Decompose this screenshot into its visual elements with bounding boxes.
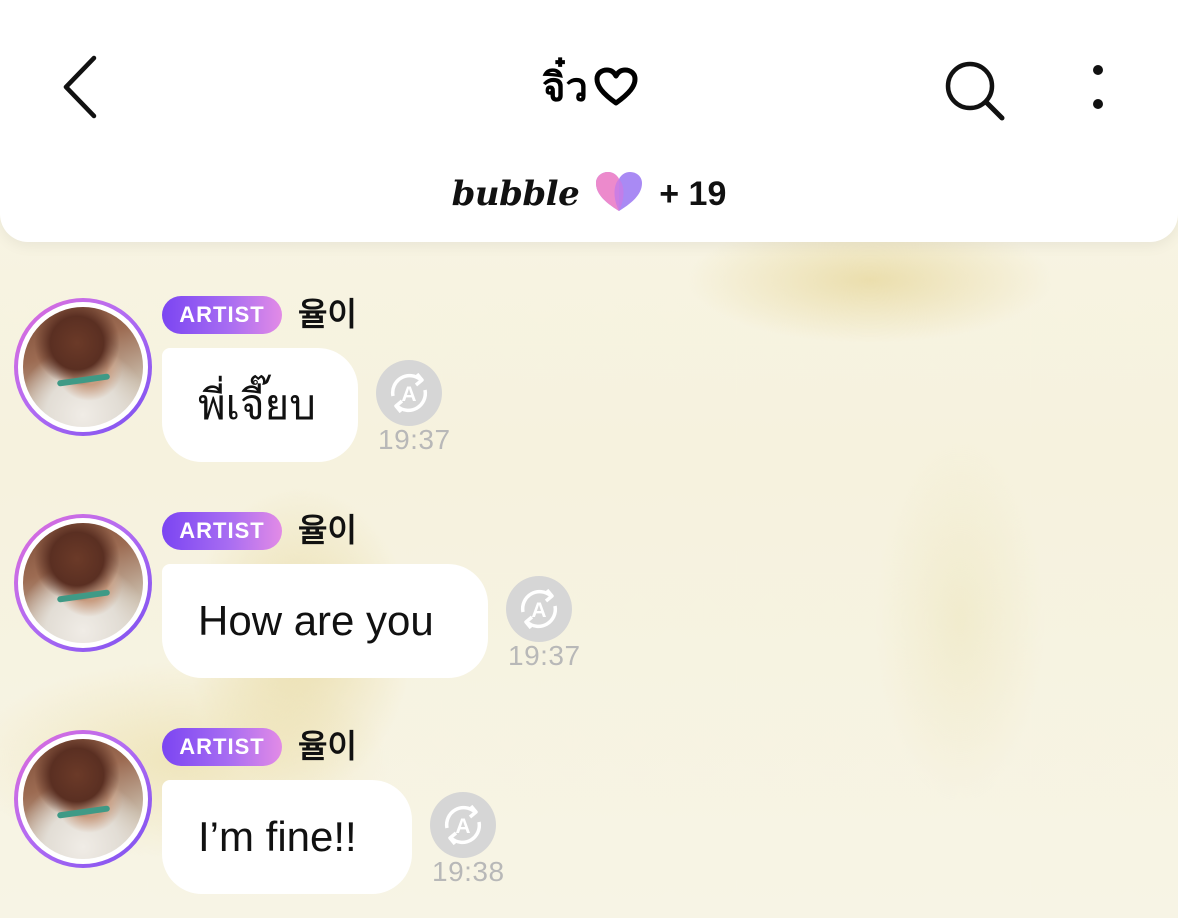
message-time: 19:37 [378,424,451,455]
chat-title: จิ๋ว [390,52,790,122]
back-button[interactable] [56,54,106,120]
search-button[interactable] [940,58,1008,124]
message-item: ARTIST 율이 How are you A 19:37 [0,511,1178,712]
bubble-heart-icon [593,169,645,219]
auto-translate-icon: A [444,804,482,846]
svg-text:A: A [401,383,416,406]
bubble-subscription-bar: bubble + 19 [0,166,1178,222]
auto-translate-icon: A [390,372,428,414]
message-item: ARTIST 율이 I’m fine!! A 19:38 [0,727,1178,918]
artist-badge: ARTIST [162,296,282,334]
heart-outline-icon [594,67,638,107]
bubble-logo: bubble [451,174,580,214]
message-time: 19:38 [432,856,505,887]
translate-button[interactable]: A [430,792,496,858]
message-bubble[interactable]: How are you [162,564,488,678]
message-text: พี่เจี๊ยบ [198,381,316,428]
chevron-left-icon [63,55,97,119]
message-time: 19:37 [508,640,581,671]
svg-text:A: A [455,815,470,838]
sender-name: 율이 [298,511,357,549]
avatar[interactable] [14,514,152,652]
artist-badge: ARTIST [162,512,282,550]
svg-text:A: A [531,599,546,622]
message-bubble[interactable]: I’m fine!! [162,780,412,894]
chat-title-text: จิ๋ว [542,65,588,111]
message-text: How are you [198,597,434,644]
message-item: ARTIST 율이 พี่เจี๊ยบ A 19:37 [0,295,1178,496]
translate-button[interactable]: A [506,576,572,642]
member-count: + 19 [659,174,727,213]
avatar-photo [23,523,143,643]
avatar[interactable] [14,298,152,436]
sender-name: 율이 [298,295,357,333]
message-text: I’m fine!! [198,813,357,860]
sender-name: 율이 [298,727,357,765]
message-bubble[interactable]: พี่เจี๊ยบ [162,348,358,462]
auto-translate-icon: A [520,588,558,630]
chat-header: จิ๋ว bubble + 19 [0,0,1178,242]
search-icon [945,61,1005,121]
translate-button[interactable]: A [376,360,442,426]
artist-badge: ARTIST [162,728,282,766]
more-vertical-icon [1093,65,1103,109]
avatar-photo [23,739,143,859]
avatar-photo [23,307,143,427]
avatar[interactable] [14,730,152,868]
more-options-button[interactable] [1080,62,1116,114]
